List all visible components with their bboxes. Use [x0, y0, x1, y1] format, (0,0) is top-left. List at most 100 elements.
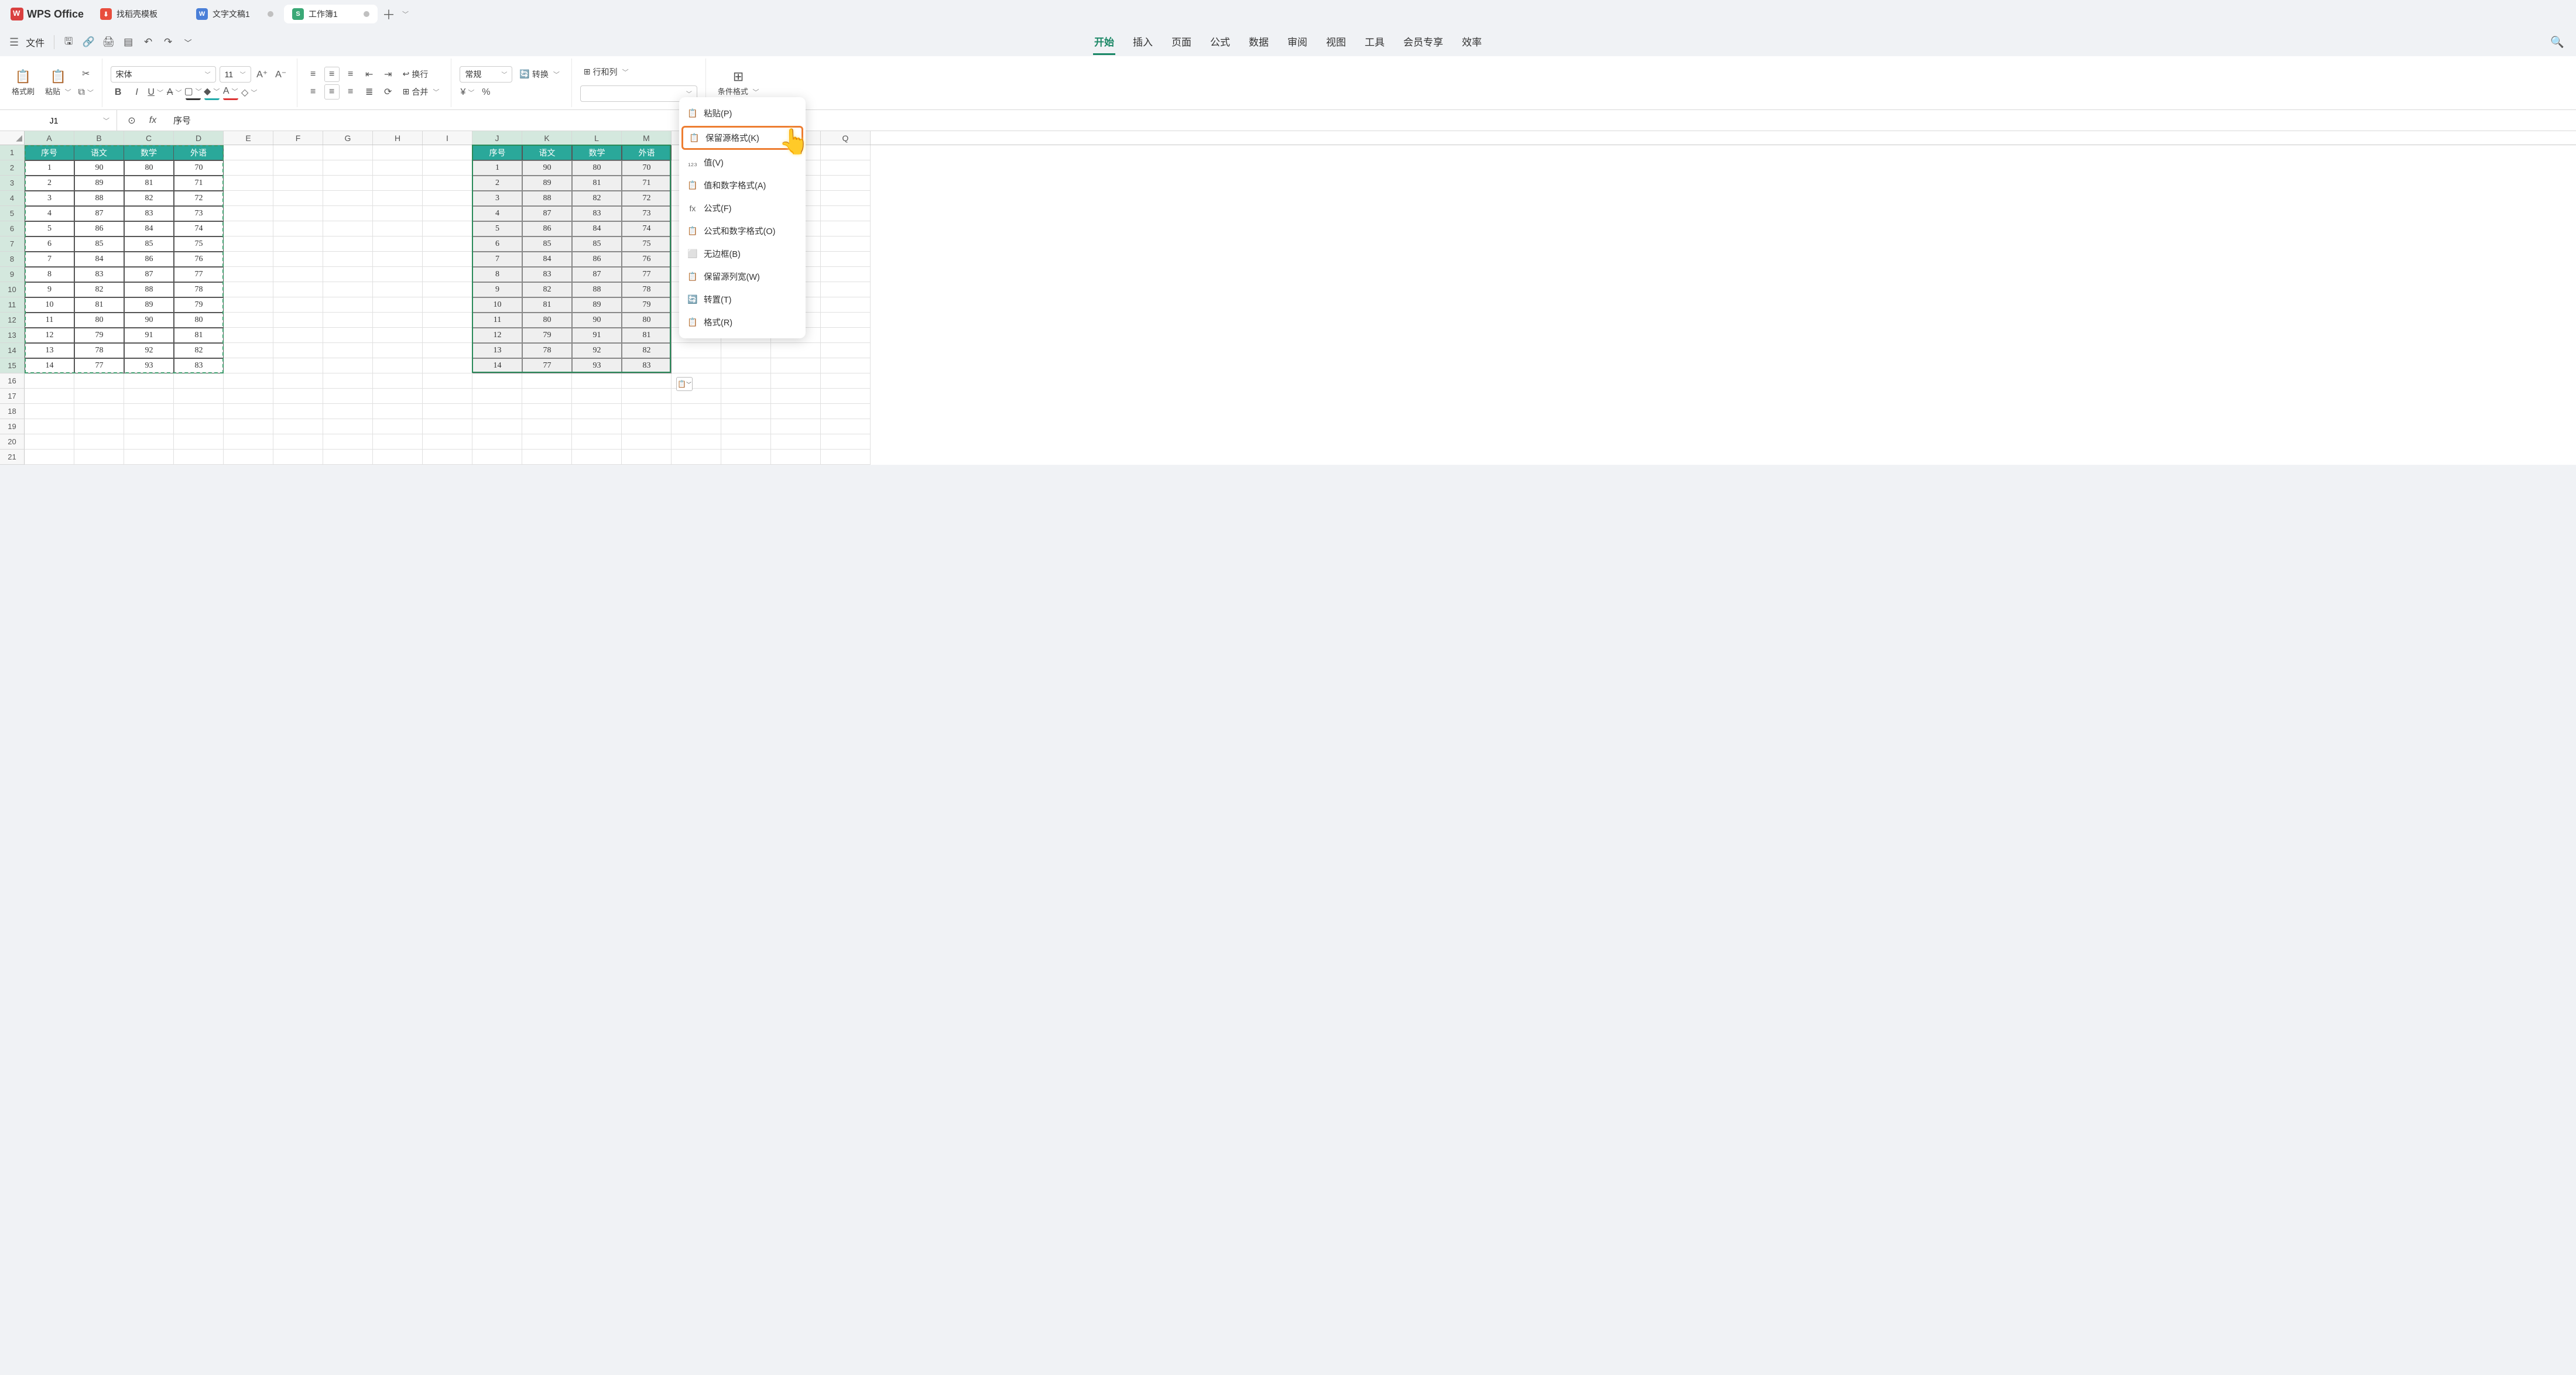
cell[interactable]: 90	[74, 160, 124, 176]
cell[interactable]: 83	[622, 358, 672, 373]
underline-button[interactable]: U﹀	[148, 85, 163, 100]
cell[interactable]	[124, 404, 174, 419]
col-header[interactable]: E	[224, 131, 273, 145]
row-header[interactable]: 21	[0, 450, 25, 465]
cell[interactable]	[771, 450, 821, 465]
cell[interactable]	[572, 419, 622, 434]
row-header[interactable]: 13	[0, 328, 25, 343]
cell[interactable]: 82	[622, 343, 672, 358]
decrease-font-icon[interactable]: A⁻	[273, 67, 289, 82]
cell[interactable]: 74	[174, 221, 224, 236]
trace-icon[interactable]: ⊙	[124, 113, 139, 128]
cell[interactable]	[323, 343, 373, 358]
share-icon[interactable]: 🔗	[80, 34, 97, 50]
cell[interactable]: 91	[572, 328, 622, 343]
align-middle-icon[interactable]: ≡	[324, 67, 340, 82]
col-header[interactable]: A	[25, 131, 74, 145]
cell[interactable]	[124, 389, 174, 404]
ribbon-tab-视图[interactable]: 视图	[1325, 29, 1347, 55]
cell[interactable]: 88	[124, 282, 174, 297]
cell[interactable]: 93	[124, 358, 174, 373]
cell[interactable]: 80	[622, 313, 672, 328]
cell[interactable]	[224, 434, 273, 450]
cell[interactable]: 序号	[472, 145, 522, 160]
cell[interactable]	[323, 313, 373, 328]
col-header[interactable]: J	[472, 131, 522, 145]
cell[interactable]	[224, 328, 273, 343]
cell[interactable]	[423, 236, 472, 252]
col-header[interactable]: F	[273, 131, 323, 145]
cell[interactable]	[224, 206, 273, 221]
fx-icon[interactable]: fx	[145, 113, 160, 128]
cell[interactable]	[821, 404, 871, 419]
cell[interactable]: 78	[74, 343, 124, 358]
cut-icon[interactable]: ✂	[78, 66, 94, 81]
cell[interactable]	[622, 419, 672, 434]
col-header[interactable]: D	[174, 131, 224, 145]
cell[interactable]: 76	[174, 252, 224, 267]
cell[interactable]	[821, 450, 871, 465]
cell[interactable]: 7	[472, 252, 522, 267]
cell[interactable]: 14	[472, 358, 522, 373]
paste-option-values-num[interactable]: 📋值和数字格式(A)	[679, 174, 806, 197]
cell[interactable]	[224, 160, 273, 176]
cell[interactable]: 3	[25, 191, 74, 206]
col-header[interactable]: H	[373, 131, 423, 145]
cell[interactable]: 77	[522, 358, 572, 373]
tab-more-icon[interactable]: ﹀	[402, 9, 409, 19]
cell[interactable]	[821, 434, 871, 450]
cell[interactable]: 84	[572, 221, 622, 236]
cell[interactable]: 78	[174, 282, 224, 297]
row-header[interactable]: 7	[0, 236, 25, 252]
cell[interactable]: 87	[572, 267, 622, 282]
merge-button[interactable]: ⊞ 合并 ﹀	[399, 84, 443, 100]
cell[interactable]	[373, 313, 423, 328]
cell[interactable]: 6	[25, 236, 74, 252]
cell[interactable]	[472, 389, 522, 404]
cell[interactable]	[373, 389, 423, 404]
increase-font-icon[interactable]: A⁺	[255, 67, 270, 82]
cell[interactable]	[572, 434, 622, 450]
cell[interactable]: 84	[74, 252, 124, 267]
format-painter-button[interactable]: 📋格式刷	[8, 68, 38, 98]
cell[interactable]	[771, 434, 821, 450]
cell[interactable]: 4	[472, 206, 522, 221]
cell[interactable]: 77	[622, 267, 672, 282]
cell[interactable]: 80	[124, 160, 174, 176]
cell[interactable]	[174, 389, 224, 404]
row-header[interactable]: 1	[0, 145, 25, 160]
percent-icon[interactable]: %	[478, 85, 494, 100]
tab-workbook1[interactable]: S 工作簿1	[284, 5, 378, 23]
paste-option-keep-source[interactable]: 📋保留源格式(K)	[681, 126, 803, 150]
cell[interactable]: 5	[25, 221, 74, 236]
cell[interactable]	[323, 297, 373, 313]
cell[interactable]	[423, 145, 472, 160]
cell[interactable]: 74	[622, 221, 672, 236]
cell[interactable]	[25, 389, 74, 404]
cell[interactable]	[472, 419, 522, 434]
cell[interactable]	[821, 252, 871, 267]
cell[interactable]	[323, 191, 373, 206]
indent-inc-icon[interactable]: ⇥	[381, 67, 396, 82]
paste-button[interactable]: 📋粘贴 ﹀	[42, 68, 75, 98]
cell[interactable]	[721, 343, 771, 358]
cell[interactable]	[224, 389, 273, 404]
paste-option-formulas-num[interactable]: 📋公式和数字格式(O)	[679, 220, 806, 242]
cell[interactable]: 10	[472, 297, 522, 313]
cell[interactable]	[323, 389, 373, 404]
ribbon-tab-工具[interactable]: 工具	[1364, 29, 1386, 55]
row-header[interactable]: 5	[0, 206, 25, 221]
cell[interactable]	[423, 191, 472, 206]
cell[interactable]	[821, 206, 871, 221]
cell[interactable]	[472, 404, 522, 419]
cell[interactable]: 外语	[174, 145, 224, 160]
cell[interactable]: 85	[74, 236, 124, 252]
row-header[interactable]: 11	[0, 297, 25, 313]
cell[interactable]	[174, 434, 224, 450]
cell[interactable]: 86	[124, 252, 174, 267]
row-header[interactable]: 3	[0, 176, 25, 191]
cell[interactable]: 序号	[25, 145, 74, 160]
cell[interactable]: 91	[124, 328, 174, 343]
cell[interactable]	[373, 145, 423, 160]
ribbon-tab-审阅[interactable]: 审阅	[1286, 29, 1308, 55]
